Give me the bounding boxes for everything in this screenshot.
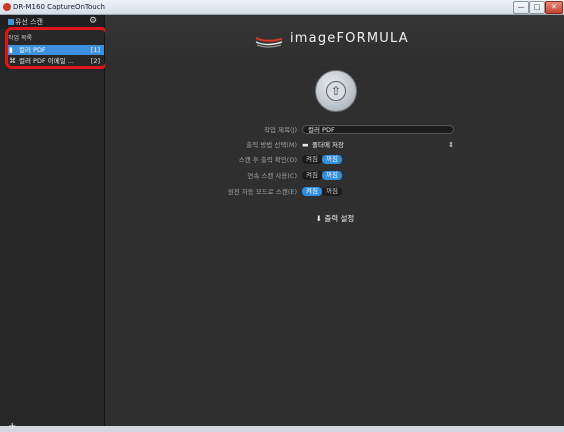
- folder-icon: ▬: [302, 141, 309, 149]
- chevron-updown-icon: ⇕: [448, 141, 454, 149]
- close-button[interactable]: ✕: [545, 1, 563, 14]
- auto-start-label: 원전 자동 모드로 스캔(E): [227, 188, 297, 196]
- scan-mode-label: 유선 스캔: [15, 18, 43, 26]
- toggle-on-option[interactable]: 켜짐: [302, 171, 322, 180]
- auto-start-toggle[interactable]: 켜짐 꺼짐: [302, 187, 342, 196]
- output-method-value: 폴더에 저장: [312, 141, 344, 149]
- sidebar: 유선 스캔 ⚙ 작업 목록 ▮ 컬러 PDF [1] ⌘ 컬러 PDF 이메일 …: [0, 15, 105, 432]
- job-title-row: 작업 제목(J): [105, 125, 297, 135]
- scan-start-arrow-icon: ⇧: [331, 84, 342, 98]
- check-after-scan-label: 스캔 후 출력 확인(O): [238, 156, 297, 164]
- gear-icon[interactable]: ⚙: [89, 16, 97, 26]
- continuous-scan-toggle[interactable]: 켜짐 꺼짐: [302, 171, 342, 180]
- wave-logo-icon: [255, 37, 283, 48]
- app-logo-icon: [3, 3, 11, 11]
- brand-header: imageFORMULA: [105, 15, 564, 71]
- output-settings-label: 출력 설정: [324, 214, 355, 223]
- maximize-button[interactable]: □: [529, 1, 545, 14]
- minimize-button[interactable]: —: [513, 1, 529, 14]
- output-method-select[interactable]: ▬ 폴더에 저장 ⇕: [302, 140, 454, 150]
- job-title-input[interactable]: 컬러 PDF: [302, 125, 454, 134]
- toggle-on-option[interactable]: 켜짐: [302, 187, 322, 196]
- scan-mode-icon: [8, 19, 14, 25]
- auto-start-row: 원전 자동 모드로 스캔(E): [105, 187, 297, 197]
- annotation-highlight-box: [5, 27, 108, 69]
- title-bar: DR-M160 CaptureOnTouch — □ ✕: [0, 0, 564, 15]
- toggle-off-option[interactable]: 꺼짐: [322, 171, 342, 180]
- continuous-scan-label: 연속 스캔 사용(C): [247, 172, 297, 180]
- app-window: DR-M160 CaptureOnTouch — □ ✕ 유선 스캔 ⚙ 작업 …: [0, 0, 564, 432]
- output-method-label: 출력 방법 선택(M): [246, 141, 297, 149]
- output-method-row: 출력 방법 선택(M): [105, 140, 297, 150]
- toggle-on-option[interactable]: 켜짐: [302, 155, 322, 164]
- output-settings-button[interactable]: ⬇ 출력 설정: [308, 213, 362, 225]
- toggle-off-option[interactable]: 꺼짐: [322, 155, 342, 164]
- continuous-scan-row: 연속 스캔 사용(C): [105, 171, 297, 181]
- check-after-scan-row: 스캔 후 출력 확인(O): [105, 155, 297, 165]
- job-title-label: 작업 제목(J): [264, 126, 297, 134]
- window-title: DR-M160 CaptureOnTouch: [13, 3, 105, 11]
- brand-name: imageFORMULA: [290, 31, 409, 46]
- toggle-off-option[interactable]: 꺼짐: [322, 187, 342, 196]
- scan-start-button[interactable]: ⇧: [315, 70, 357, 112]
- add-job-button[interactable]: +: [8, 422, 18, 432]
- main-panel: imageFORMULA ⇧ 작업 제목(J) 컬러 PDF 출력 방법 선택(…: [105, 15, 564, 426]
- arrow-down-icon: ⬇: [315, 214, 322, 223]
- check-after-scan-toggle[interactable]: 켜짐 꺼짐: [302, 155, 342, 164]
